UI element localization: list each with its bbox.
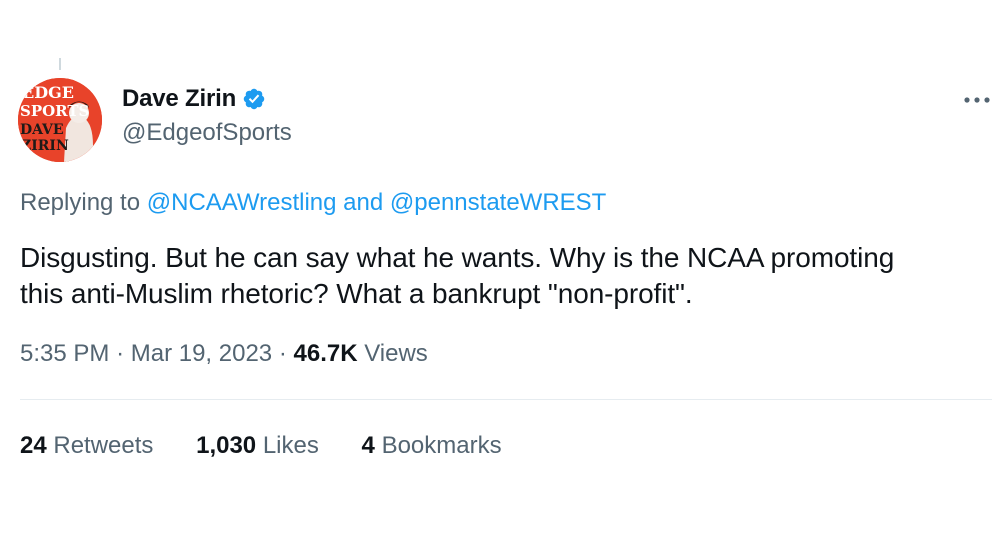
mention-pennstatewrest[interactable]: @pennstateWREST [390,189,606,216]
meta-separator: · [116,340,125,367]
verified-badge-icon [242,87,266,111]
retweets-count: 24 [20,432,47,459]
replying-to-prefix: Replying to [20,189,141,216]
tweet-text-line: this anti-Muslim rhetoric? What a bankru… [20,278,693,309]
tweet-date[interactable]: Mar 19, 2023 [131,340,272,367]
views-label: Views [364,340,428,367]
retweets-label: Retweets [53,432,154,459]
avatar-image: EDGE SPORTS DAVE ZIRIN [18,78,102,162]
author-handle[interactable]: @EdgeofSports [122,118,292,148]
likes-stat[interactable]: 1,030 Likes [196,431,319,461]
meta-separator: · [278,340,287,367]
svg-text:ZIRIN: ZIRIN [21,138,69,154]
replying-to-joiner: and [343,189,384,216]
likes-label: Likes [262,432,319,459]
tweet-time[interactable]: 5:35 PM [20,340,109,367]
more-options-icon[interactable] [959,88,995,112]
bookmarks-count: 4 [361,432,375,459]
thread-connector [59,58,61,70]
tweet-stats: 24 Retweets 1,030 Likes 4 Bookmarks [20,431,538,461]
svg-text:DAVE: DAVE [20,122,64,138]
divider [20,399,992,400]
likes-count: 1,030 [196,432,257,459]
author-display-name[interactable]: Dave Zirin [122,84,266,114]
replying-to-line: Replying to @NCAAWrestling and @pennstat… [20,188,606,218]
tweet-meta: 5:35 PM · Mar 19, 2023 · 46.7K Views [20,339,428,369]
svg-text:EDGE: EDGE [22,83,74,102]
avatar[interactable]: EDGE SPORTS DAVE ZIRIN [18,78,102,162]
views-count: 46.7K [293,340,358,367]
mention-ncaawrestling[interactable]: @NCAAWrestling [147,189,337,216]
retweets-stat[interactable]: 24 Retweets [20,431,153,461]
bookmarks-stat[interactable]: 4 Bookmarks [362,431,502,461]
svg-text:SPORTS: SPORTS [20,102,89,120]
author-name-text[interactable]: Dave Zirin [122,84,236,114]
bookmarks-label: Bookmarks [381,432,502,459]
tweet-text: Disgusting. But he can say what he wants… [20,240,980,312]
tweet-text-line: Disgusting. But he can say what he wants… [20,242,895,273]
